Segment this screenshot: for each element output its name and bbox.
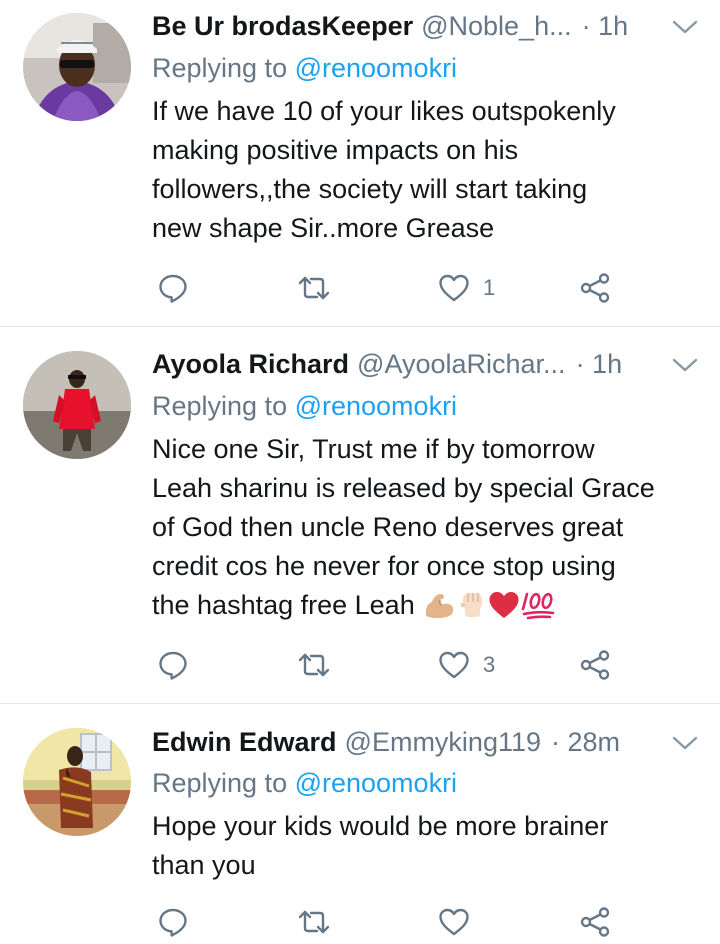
tweet-actions <box>152 902 622 942</box>
replying-prefix: Replying to <box>152 768 295 798</box>
chevron-down-icon[interactable] <box>672 349 698 380</box>
hundred-points-emoji <box>520 590 556 631</box>
red-heart-emoji <box>488 590 520 631</box>
reply-button[interactable] <box>157 902 189 942</box>
tweet-header: Ayoola Richard @AyoolaRichar... · 1h <box>152 344 698 384</box>
share-icon <box>579 272 611 304</box>
user-handle[interactable]: @AyoolaRichar... <box>357 349 566 380</box>
tweet[interactable]: Be Ur brodasKeeper @Noble_h... · 1h Repl… <box>0 0 720 326</box>
display-name[interactable]: Edwin Edward <box>152 727 337 758</box>
like-button[interactable]: 3 <box>438 645 495 685</box>
tweet-text-line: Nice one Sir, Trust me if by tomorrow <box>152 434 595 464</box>
like-count: 1 <box>483 275 496 300</box>
tweet[interactable]: Edwin Edward @Emmyking119 · 28m Replying… <box>0 704 720 944</box>
avatar-photo <box>23 13 131 121</box>
retweet-button[interactable] <box>297 902 331 942</box>
tweet-text-line: credit cos he never for once stop using <box>152 551 616 581</box>
tweet[interactable]: Ayoola Richard @AyoolaRichar... · 1h Rep… <box>0 327 720 703</box>
comment-bubble-icon <box>157 272 189 304</box>
tweet-text-line: making positive impacts on his <box>152 135 519 165</box>
display-name[interactable]: Be Ur brodasKeeper <box>152 11 413 42</box>
tweet-text: Hope your kids would be more brainer tha… <box>152 807 702 885</box>
share-button[interactable] <box>579 645 611 685</box>
reply-button[interactable] <box>157 268 189 308</box>
like-button[interactable] <box>438 902 483 942</box>
chevron-down-icon[interactable] <box>672 11 698 42</box>
like-button[interactable]: 1 <box>438 268 495 308</box>
tweet-text-line: new shape Sir..more Grease <box>152 213 495 243</box>
tweet-text-line: than you <box>152 850 256 880</box>
share-button[interactable] <box>579 902 611 942</box>
user-handle[interactable]: @Emmyking119 <box>345 727 541 758</box>
mention-link[interactable]: @renoomokri <box>295 53 457 83</box>
comment-bubble-icon <box>157 906 189 938</box>
avatar[interactable] <box>23 351 131 459</box>
replying-to: Replying to @renoomokri <box>152 768 457 799</box>
avatar-photo <box>23 351 131 459</box>
heart-icon <box>438 273 470 303</box>
flexed-biceps-emoji <box>422 590 456 631</box>
avatar[interactable] <box>23 13 131 121</box>
replying-to: Replying to @renoomokri <box>152 53 457 84</box>
tweet-text-line: of God then uncle Reno deserves great <box>152 512 624 542</box>
retweet-icon <box>297 908 331 936</box>
replying-prefix: Replying to <box>152 53 295 83</box>
tweet-actions: 3 <box>152 645 622 685</box>
retweet-icon <box>297 274 331 302</box>
tweet-text: Nice one Sir, Trust me if by tomorrow Le… <box>152 430 702 631</box>
retweet-icon <box>297 651 331 679</box>
tweet-text-line: If we have 10 of your likes outspokenly <box>152 96 616 126</box>
retweet-button[interactable] <box>297 268 331 308</box>
tweet-text-line: the hashtag free Leah <box>152 590 423 620</box>
retweet-button[interactable] <box>297 645 331 685</box>
tweet-text: If we have 10 of your likes outspokenly … <box>152 92 702 248</box>
mention-link[interactable]: @renoomokri <box>295 391 457 421</box>
timestamp[interactable]: · 28m <box>551 727 620 758</box>
tweet-text-line: followers,,the society will start taking <box>152 174 588 204</box>
avatar[interactable] <box>23 728 131 836</box>
share-icon <box>579 649 611 681</box>
user-handle[interactable]: @Noble_h... <box>421 11 572 42</box>
tweet-text-line: Leah sharinu is released by special Grac… <box>152 473 655 503</box>
heart-icon <box>438 650 470 680</box>
comment-bubble-icon <box>157 649 189 681</box>
chevron-down-icon[interactable] <box>672 727 698 758</box>
display-name[interactable]: Ayoola Richard <box>152 349 349 380</box>
share-button[interactable] <box>579 268 611 308</box>
reply-button[interactable] <box>157 645 189 685</box>
share-icon <box>579 906 611 938</box>
tweet-actions: 1 <box>152 268 622 308</box>
timestamp[interactable]: · 1h <box>576 349 623 380</box>
tweet-header: Edwin Edward @Emmyking119 · 28m <box>152 722 698 762</box>
replying-prefix: Replying to <box>152 391 295 421</box>
tweet-header: Be Ur brodasKeeper @Noble_h... · 1h <box>152 6 698 46</box>
raised-fist-emoji <box>456 588 488 631</box>
timestamp[interactable]: · 1h <box>582 11 629 42</box>
mention-link[interactable]: @renoomokri <box>295 768 457 798</box>
heart-icon <box>438 907 470 937</box>
tweet-text-line: Hope your kids would be more brainer <box>152 811 609 841</box>
avatar-photo <box>23 728 131 836</box>
replying-to: Replying to @renoomokri <box>152 391 457 422</box>
like-count: 3 <box>483 652 496 677</box>
